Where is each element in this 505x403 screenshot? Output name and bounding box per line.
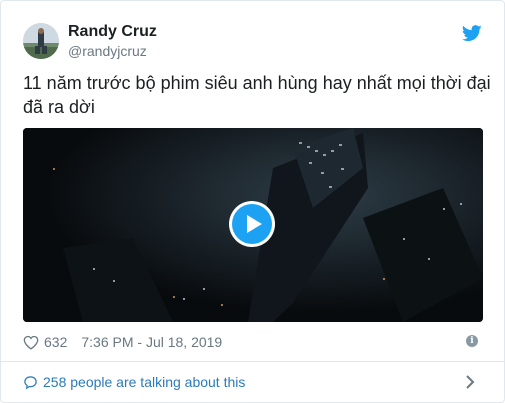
avatar[interactable] bbox=[23, 23, 59, 59]
info-icon[interactable]: i bbox=[466, 335, 478, 347]
tweet-card: Randy Cruz @randyjcruz 11 năm trước bộ p… bbox=[0, 0, 505, 403]
like-count[interactable]: 632 bbox=[44, 334, 67, 350]
heart-icon[interactable] bbox=[23, 335, 39, 350]
play-button[interactable] bbox=[232, 204, 272, 244]
author-name[interactable]: Randy Cruz bbox=[68, 23, 157, 41]
tweet-text-line: đã ra dời bbox=[23, 97, 95, 117]
tweet-meta: 632 7:36 PM - Jul 18, 2019 bbox=[23, 333, 222, 351]
tweet-timestamp[interactable]: 7:36 PM - Jul 18, 2019 bbox=[81, 334, 222, 350]
tweet-text-line: 11 năm trước bộ phim siêu anh hùng hay n… bbox=[23, 73, 491, 93]
twitter-bird-icon[interactable] bbox=[462, 25, 482, 42]
tweet-text: 11 năm trước bộ phim siêu anh hùng hay n… bbox=[23, 71, 493, 119]
divider bbox=[1, 361, 504, 362]
speech-bubble-icon bbox=[24, 375, 37, 389]
chevron-right-icon[interactable] bbox=[465, 374, 475, 390]
video-player[interactable] bbox=[23, 128, 483, 322]
play-icon bbox=[247, 215, 262, 233]
conversation-link[interactable]: 258 people are talking about this bbox=[23, 373, 245, 391]
conversation-label[interactable]: 258 people are talking about this bbox=[43, 374, 245, 390]
author-handle[interactable]: @randyjcruz bbox=[68, 43, 147, 59]
